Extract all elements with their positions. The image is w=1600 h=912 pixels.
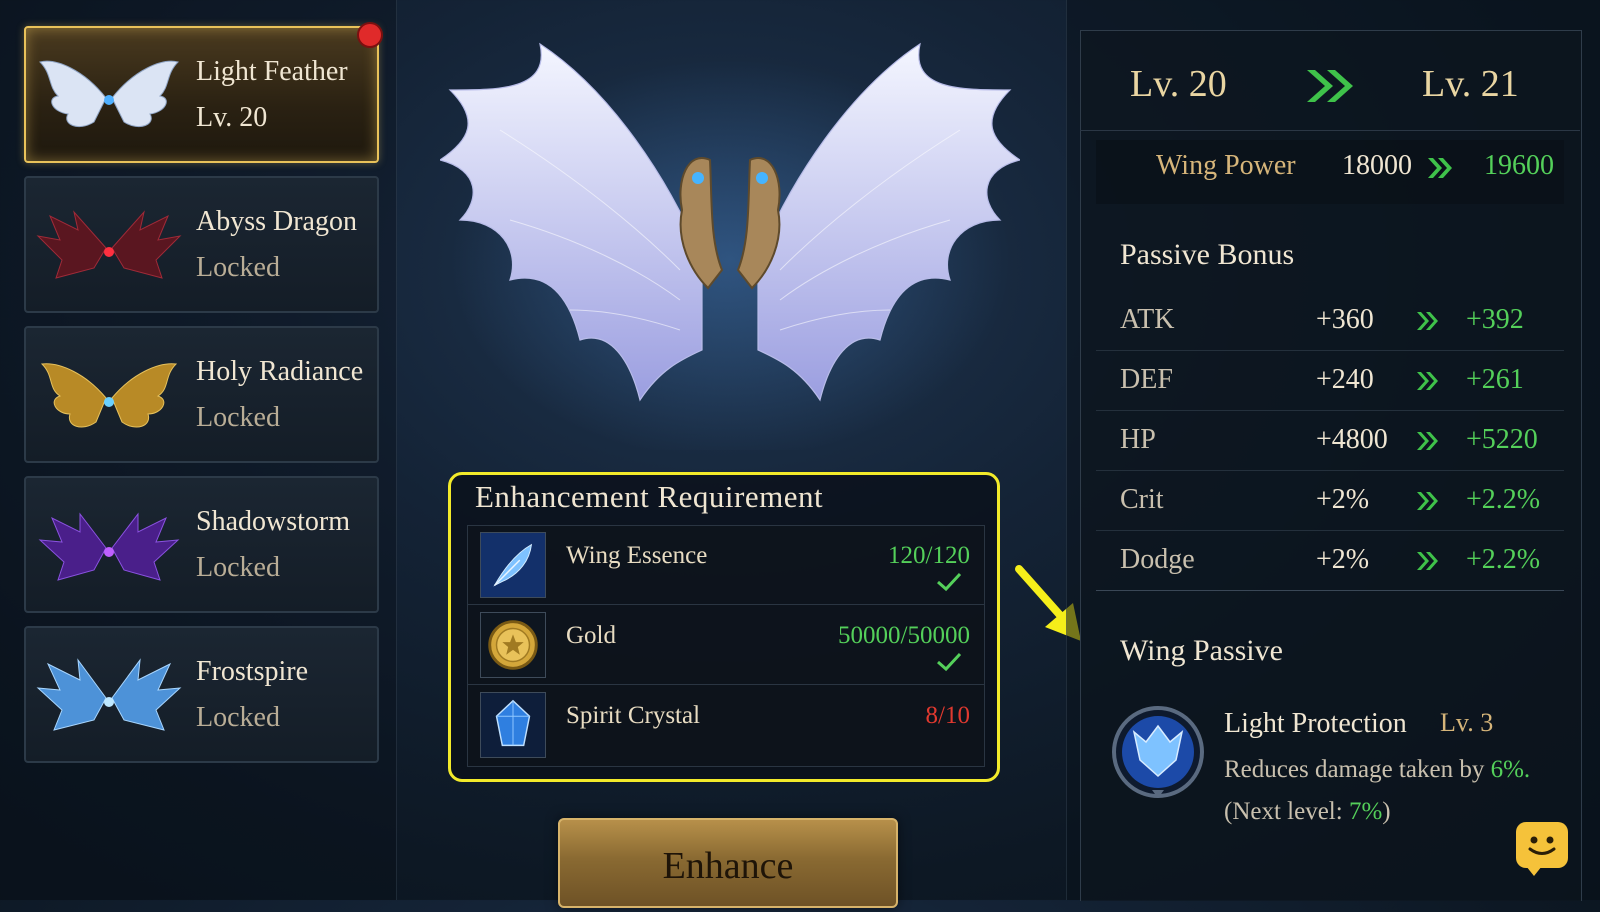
- wing-power-next: 19600: [1484, 150, 1554, 181]
- notification-dot: [357, 22, 383, 48]
- passive-skill-name: Light Protection: [1224, 708, 1407, 739]
- shadowstorm-wing-icon: [38, 512, 180, 581]
- stat-next: +5220: [1466, 424, 1538, 455]
- feather-icon: [480, 532, 546, 598]
- wing-item-abyss-dragon[interactable]: Abyss Dragon Locked: [24, 176, 379, 313]
- stat-row-crit: Crit +2% +2.2%: [1096, 470, 1564, 531]
- stat-current: +2%: [1316, 484, 1370, 515]
- abyss-dragon-wing-icon: [36, 210, 182, 279]
- stat-next: +2.2%: [1466, 484, 1541, 515]
- next-level: Lv. 21: [1422, 63, 1519, 105]
- stat-name: Crit: [1120, 484, 1164, 515]
- requirement-row-spirit-crystal: Spirit Crystal 8/10: [468, 686, 984, 764]
- stat-next: +2.2%: [1466, 544, 1541, 575]
- stat-next: +261: [1466, 364, 1524, 395]
- wing-name: Light Feather: [196, 56, 348, 87]
- description-value: 6%.: [1490, 756, 1531, 783]
- wing-name: Frostspire: [196, 656, 308, 687]
- wing-level: Lv. 20: [196, 102, 268, 133]
- wing-status: Locked: [196, 552, 280, 583]
- wing-preview-image: [440, 42, 1020, 450]
- light-feather-wing-icon: [39, 60, 179, 127]
- stat-current: +2%: [1316, 544, 1370, 575]
- stat-name: Dodge: [1120, 544, 1195, 575]
- stat-row-atk: ATK +360 +392: [1096, 290, 1564, 351]
- stat-current: +4800: [1316, 424, 1388, 455]
- double-chevron-icon: [1417, 372, 1438, 390]
- enhancement-requirement-panel: Enhancement Requirement Wing Essence 120…: [448, 472, 1000, 782]
- wing-item-holy-radiance[interactable]: Holy Radiance Locked: [24, 326, 379, 463]
- requirement-count: 8/10: [925, 702, 970, 729]
- wing-status: Locked: [196, 402, 280, 433]
- checkmark-icon: [937, 652, 962, 672]
- requirement-count: 120/120: [888, 542, 970, 569]
- passive-bonus-title: Passive Bonus: [1120, 238, 1295, 271]
- double-chevron-icon: [1417, 432, 1438, 450]
- double-chevron-icon: [1417, 312, 1438, 330]
- current-level: Lv. 20: [1130, 63, 1227, 105]
- smiley-chat-icon: [1528, 836, 1556, 855]
- stat-row-def: DEF +240 +261: [1096, 350, 1564, 411]
- wing-name: Abyss Dragon: [196, 206, 357, 237]
- frostspire-wing-icon: [36, 658, 182, 731]
- requirement-name: Wing Essence: [566, 542, 708, 569]
- requirement-name: Gold: [566, 622, 616, 649]
- chat-button[interactable]: [1516, 822, 1568, 876]
- double-chevron-icon: [1428, 158, 1452, 178]
- passive-skill-level: Lv. 3: [1440, 708, 1494, 737]
- gold-coin-icon: [480, 612, 546, 678]
- next-level-value: 7%: [1348, 798, 1383, 825]
- wing-item-frostspire[interactable]: Frostspire Locked: [24, 626, 379, 763]
- stat-name: ATK: [1120, 304, 1175, 335]
- double-chevron-icon: [1417, 552, 1438, 570]
- next-level-suffix: ): [1382, 798, 1391, 825]
- wing-name: Shadowstorm: [196, 506, 350, 537]
- wing-status: Locked: [196, 252, 280, 283]
- next-level-text: (Next level:: [1224, 798, 1349, 825]
- wing-item-shadowstorm[interactable]: Shadowstorm Locked: [24, 476, 379, 613]
- passive-next-level-info: (Next level: 7%): [1224, 798, 1391, 826]
- stat-name: HP: [1120, 424, 1156, 455]
- passive-skill-description: Reduces damage taken by 6%.: [1224, 756, 1530, 784]
- requirement-title: Enhancement Requirement: [475, 479, 824, 514]
- wing-power-current: 18000: [1342, 150, 1412, 181]
- double-chevron-icon: [1417, 492, 1438, 510]
- wing-passive-title: Wing Passive: [1120, 634, 1283, 667]
- wing-name: Holy Radiance: [196, 356, 364, 387]
- requirement-row-wing-essence: Wing Essence 120/120: [468, 526, 984, 605]
- requirement-name: Spirit Crystal: [566, 702, 701, 729]
- wing-power-label: Wing Power: [1156, 150, 1296, 181]
- stat-current: +240: [1316, 364, 1374, 395]
- wing-item-light-feather[interactable]: Light Feather Lv. 20: [24, 22, 383, 163]
- wing-status: Locked: [196, 702, 280, 733]
- stat-row-dodge: Dodge +2% +2.2%: [1096, 530, 1564, 591]
- double-chevron-icon: [1307, 70, 1353, 102]
- requirement-list: Wing Essence 120/120 Gold 50000/50000 Sp…: [467, 525, 985, 767]
- checkmark-icon: [937, 572, 962, 592]
- description-text: Reduces damage taken by: [1224, 756, 1491, 783]
- stat-row-hp: HP +4800 +5220: [1096, 410, 1564, 471]
- stat-next: +392: [1466, 304, 1524, 335]
- requirement-count: 50000/50000: [838, 622, 970, 649]
- stat-name: DEF: [1120, 364, 1173, 395]
- enhance-button[interactable]: Enhance: [558, 818, 898, 908]
- light-protection-skill-icon[interactable]: [1110, 702, 1206, 806]
- stat-current: +360: [1316, 304, 1374, 335]
- crystal-icon: [480, 692, 546, 758]
- requirement-row-gold: Gold 50000/50000: [468, 606, 984, 685]
- holy-radiance-wing-icon: [40, 363, 178, 428]
